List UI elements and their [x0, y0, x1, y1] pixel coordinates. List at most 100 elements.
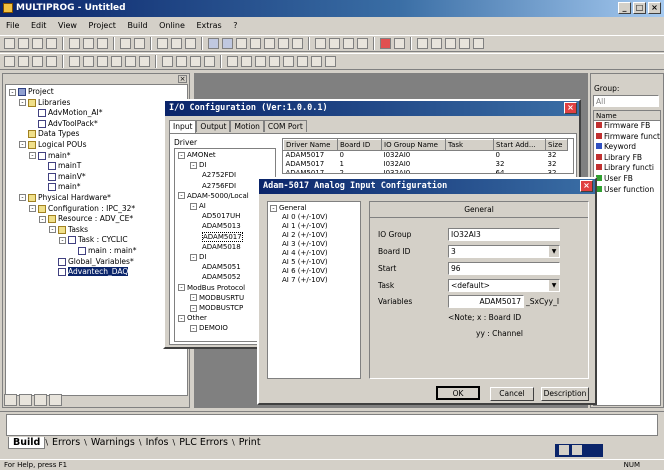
tab-com-port[interactable]: COM Port: [263, 120, 307, 132]
project-tree-item[interactable]: - Task : CYCLIC: [9, 235, 187, 246]
project-tree-item[interactable]: AdvMotion_AI*: [9, 108, 187, 119]
menu-project[interactable]: Project: [89, 21, 116, 30]
panel-close-icon[interactable]: ×: [178, 75, 187, 83]
channel-item[interactable]: AI 6 (+/-10V): [270, 267, 360, 276]
cross-ref-icon[interactable]: [473, 38, 484, 49]
library-tab-icon[interactable]: [34, 394, 47, 406]
ld-branch-icon[interactable]: [297, 56, 308, 67]
download-icon[interactable]: [343, 38, 354, 49]
start-field[interactable]: 96: [448, 262, 560, 275]
table-header[interactable]: Start Add...: [493, 139, 546, 151]
table-header[interactable]: IO Group Name: [381, 139, 446, 151]
variables-field[interactable]: ADAM5017: [448, 295, 524, 308]
adam-dialog-close-button[interactable]: ×: [580, 180, 593, 192]
menu-view[interactable]: View: [58, 21, 77, 30]
ld-contact-icon[interactable]: [227, 56, 238, 67]
project-tree-item[interactable]: - main*: [9, 151, 187, 162]
library-item[interactable]: Keyword: [596, 142, 660, 153]
menu-edit[interactable]: Edit: [31, 21, 47, 30]
output-tab-plc-errors[interactable]: PLC Errors: [175, 437, 232, 448]
expand-icon[interactable]: -: [178, 151, 185, 159]
expand-icon[interactable]: -: [178, 284, 185, 292]
channel-item[interactable]: AI 1 (+/-10V): [270, 222, 360, 231]
project-tree-item[interactable]: mainT: [9, 161, 187, 172]
properties-icon[interactable]: [278, 38, 289, 49]
doc3-icon[interactable]: [46, 56, 57, 67]
table-row[interactable]: ADAM5017 1 I032AI0 32 32: [284, 160, 568, 169]
paste-icon[interactable]: [97, 38, 108, 49]
expand-icon[interactable]: -: [39, 215, 46, 223]
project-tree-item[interactable]: Global_Variables*: [9, 257, 187, 268]
window-icon[interactable]: [292, 38, 303, 49]
debug-icon[interactable]: [357, 38, 368, 49]
menu-online[interactable]: Online: [159, 21, 185, 30]
project-tree-item[interactable]: AdvToolPack*: [9, 119, 187, 130]
make-icon[interactable]: [329, 38, 340, 49]
ld-reset-icon[interactable]: [283, 56, 294, 67]
project-tree-item[interactable]: - Physical Hardware*: [9, 193, 187, 204]
cancel-button[interactable]: Cancel: [490, 387, 534, 401]
output-tab-print[interactable]: Print: [235, 437, 265, 448]
channel-item[interactable]: AI 0 (+/-10V): [270, 213, 360, 222]
menu-file[interactable]: File: [6, 21, 19, 30]
doc-icon[interactable]: [18, 56, 29, 67]
compile-icon[interactable]: [315, 38, 326, 49]
channel-item[interactable]: AI 3 (+/-10V): [270, 240, 360, 249]
cut-icon[interactable]: [69, 38, 80, 49]
close-button[interactable]: ×: [648, 2, 661, 14]
maximize-button[interactable]: □: [633, 2, 646, 14]
align-left-icon[interactable]: [162, 56, 173, 67]
expand-icon[interactable]: -: [190, 294, 197, 302]
connect-icon[interactable]: [204, 56, 215, 67]
library-item[interactable]: Firmware funct: [596, 132, 660, 143]
library-item[interactable]: Firmware FB: [596, 121, 660, 132]
contact-icon[interactable]: [83, 56, 94, 67]
expand-icon[interactable]: -: [190, 253, 197, 261]
jump-icon[interactable]: [139, 56, 150, 67]
io-dialog-close-button[interactable]: ×: [564, 102, 577, 114]
expand-icon[interactable]: -: [190, 324, 197, 332]
driver-tree-item[interactable]: - DI: [178, 160, 275, 170]
hardware-tab-icon[interactable]: [49, 394, 62, 406]
output-tab-errors[interactable]: Errors: [48, 437, 84, 448]
expand-icon[interactable]: -: [178, 192, 185, 200]
expand-icon[interactable]: -: [190, 161, 197, 169]
zoom-out-icon[interactable]: [171, 38, 182, 49]
minimize-button[interactable]: _: [618, 2, 631, 14]
monitor-icon[interactable]: [431, 38, 442, 49]
table-header[interactable]: Task: [445, 139, 494, 151]
ld-negated-icon[interactable]: [241, 56, 252, 67]
project-tree-item[interactable]: main : main*: [9, 246, 187, 257]
redo-icon[interactable]: [134, 38, 145, 49]
channel-tree[interactable]: - General AI 0 (+/-10V) AI 1 (+/-10V) AI 2 …: [267, 201, 361, 379]
tree-node-general[interactable]: - General: [270, 204, 360, 213]
table-header[interactable]: Driver Name: [283, 139, 338, 151]
expand-icon[interactable]: -: [9, 88, 16, 96]
copy-icon[interactable]: [83, 38, 94, 49]
project-tree-item[interactable]: - Logical POUs: [9, 140, 187, 151]
save-icon[interactable]: [32, 38, 43, 49]
run-icon[interactable]: [394, 38, 405, 49]
project-tree-item[interactable]: - Project: [9, 87, 187, 98]
output-text-area[interactable]: [6, 414, 658, 436]
channel-item[interactable]: AI 2 (+/-10V): [270, 231, 360, 240]
menu-help[interactable]: ?: [233, 21, 237, 30]
project-tree-item[interactable]: Data Types: [9, 129, 187, 140]
tab-output[interactable]: Output: [196, 120, 231, 132]
table-header[interactable]: Size: [545, 139, 568, 151]
ld-set-icon[interactable]: [269, 56, 280, 67]
project-tree[interactable]: - Project - Libraries AdvMotion_AI* AdvToolPa…: [5, 84, 188, 396]
coil-icon[interactable]: [97, 56, 108, 67]
table-header[interactable]: Board ID: [337, 139, 382, 151]
expand-icon[interactable]: -: [29, 205, 36, 213]
tab-input[interactable]: Input: [169, 120, 197, 133]
align-top-icon[interactable]: [190, 56, 201, 67]
project-tree-item[interactable]: main*: [9, 182, 187, 193]
library-list[interactable]: Name Firmware FB Firmware funct Keyword Lib…: [593, 110, 661, 406]
output-tab-build[interactable]: Build: [8, 437, 46, 449]
project-tree-item[interactable]: - Resource : ADV_CE*: [9, 214, 187, 225]
new-icon[interactable]: [4, 38, 15, 49]
online-icon[interactable]: [417, 38, 428, 49]
table-row[interactable]: ADAM5017 2 I032AI0 64 32: [284, 169, 568, 173]
io-table[interactable]: Driver Name Board ID IO Group Name Task Star…: [282, 138, 574, 174]
